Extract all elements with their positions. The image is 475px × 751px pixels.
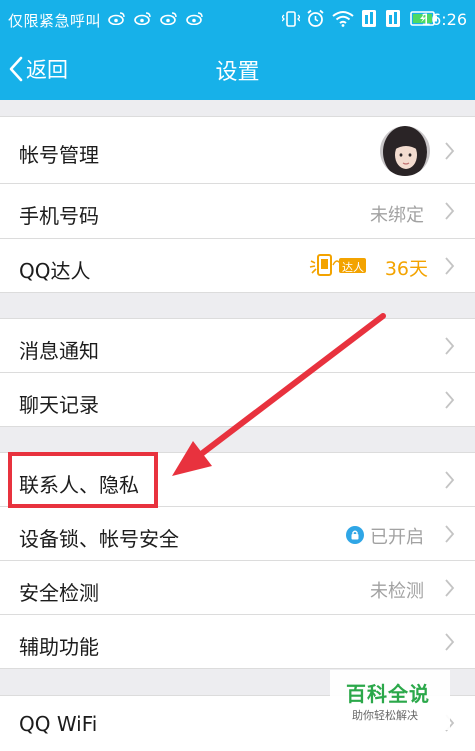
daren-badge-text: 达人	[342, 261, 364, 274]
status-bar: 仅限紧急呼叫 16:26	[0, 0, 475, 38]
settings-row-device-lock[interactable]: 设备锁、帐号安全 已开启	[0, 507, 475, 561]
avatar	[380, 126, 430, 176]
settings-screen: 仅限紧急呼叫 16:26 返回 设置 帐号管理 手机号码 未绑定 QQ达人 达人…	[0, 0, 475, 751]
weibo-notification-icon	[160, 12, 177, 25]
row-label: 设备锁、帐号安全	[19, 527, 179, 551]
chevron-right-icon	[445, 391, 455, 409]
status-time: 16:26	[420, 10, 467, 29]
sim2-signal-icon	[386, 10, 400, 27]
daren-badge: 达人	[309, 253, 367, 281]
chevron-right-icon	[445, 579, 455, 597]
daren-days-value: 36天	[384, 258, 428, 280]
row-label: QQ WiFi	[19, 712, 98, 736]
row-label: QQ达人	[19, 259, 91, 283]
weibo-notification-icon	[134, 12, 151, 25]
row-label: 消息通知	[19, 339, 99, 363]
settings-row-account[interactable]: 帐号管理	[0, 116, 475, 184]
row-label: 聊天记录	[19, 393, 99, 417]
settings-row-security-check[interactable]: 安全检测 未检测	[0, 561, 475, 615]
row-label: 辅助功能	[19, 635, 99, 659]
chevron-right-icon	[445, 142, 455, 160]
watermark-subtitle: 助你轻松解决	[352, 709, 418, 722]
security-check-status-value: 未检测	[370, 581, 424, 602]
chevron-right-icon	[445, 471, 455, 489]
chevron-right-icon	[445, 633, 455, 651]
device-lock-status-value: 已开启	[370, 527, 424, 548]
settings-row-phone[interactable]: 手机号码 未绑定	[0, 184, 475, 239]
row-label: 手机号码	[19, 204, 99, 228]
weibo-notification-icon	[108, 12, 125, 25]
settings-row-accessibility[interactable]: 辅助功能	[0, 615, 475, 669]
chevron-right-icon	[445, 337, 455, 355]
phone-status-value: 未绑定	[370, 205, 424, 226]
row-label: 安全检测	[19, 581, 99, 605]
chevron-right-icon	[445, 257, 455, 275]
settings-row-notifications[interactable]: 消息通知	[0, 318, 475, 373]
lock-icon	[346, 526, 364, 544]
annotation-highlight-box	[8, 452, 158, 508]
sim1-signal-icon	[362, 10, 376, 27]
weibo-notification-icon	[186, 12, 203, 25]
watermark-logo: 百科全说 助你轻松解决	[330, 670, 450, 730]
watermark-title: 百科全说	[346, 682, 430, 706]
row-label: 帐号管理	[19, 143, 99, 167]
settings-row-qq-daren[interactable]: QQ达人 达人 36天	[0, 239, 475, 293]
carrier-text: 仅限紧急呼叫	[8, 12, 102, 30]
chevron-right-icon	[445, 202, 455, 220]
vibrate-icon	[282, 11, 300, 27]
chevron-right-icon	[445, 525, 455, 543]
nav-bar: 返回 设置	[0, 38, 475, 100]
alarm-icon	[307, 9, 324, 27]
page-title: 设置	[215, 60, 260, 85]
settings-row-chat-history[interactable]: 聊天记录	[0, 373, 475, 427]
wifi-icon	[332, 11, 354, 27]
